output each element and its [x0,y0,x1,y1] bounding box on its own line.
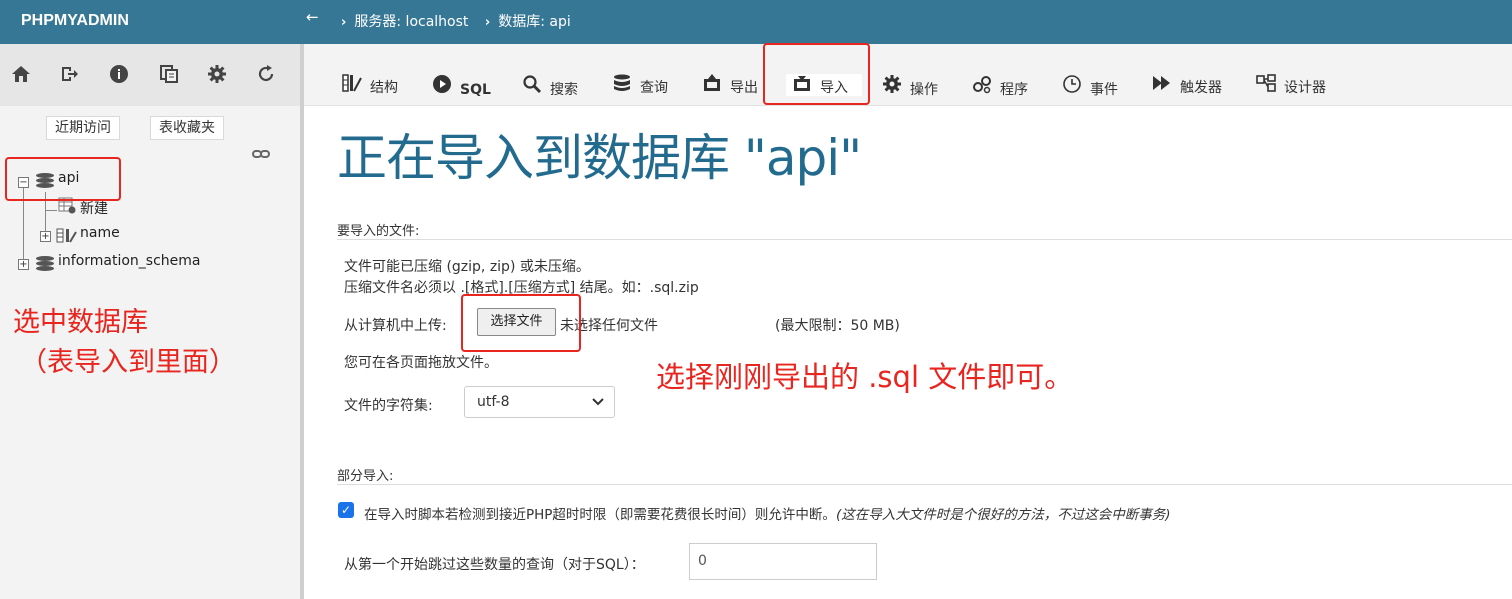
logout-icon[interactable] [58,64,80,86]
section-divider [337,239,1512,240]
annotation-box-import-tab [763,43,870,105]
breadcrumb-server[interactable]: 服务器: localhost [354,1,468,43]
skip-queries-input[interactable]: 0 [689,543,877,580]
tab-export-label: 导出 [730,80,758,96]
database-query-icon [612,74,632,98]
annotation-select-db: 选中数据库 [13,307,148,338]
table-structure-icon [56,226,78,244]
tab-designer[interactable]: 设计器 [1256,74,1326,96]
tab-designer-label: 设计器 [1284,80,1326,96]
sql-icon [432,74,452,100]
fast-forward-icon [1152,74,1172,98]
allow-interrupt-checkbox[interactable]: ✓ [338,502,354,518]
partial-section-title: 部分导入: [337,469,394,484]
tab-export[interactable]: 导出 [702,74,758,96]
page-title: 正在导入到数据库 "api" [337,129,862,187]
breadcrumb: ← › 服务器: localhost › 数据库: api [306,0,583,44]
tree-new[interactable]: 新建 [80,198,108,218]
tab-query-label: 查询 [640,80,668,96]
export-icon [702,74,722,98]
allow-interrupt-note: (这在导入大文件时是个很好的方法，不过这会中断事务) [835,507,1171,523]
tab-search[interactable]: 搜索 [522,74,578,98]
section-divider [337,484,1512,485]
chevron-down-icon [592,387,604,428]
tab-favorites[interactable]: 表收藏夹 [150,116,224,140]
tab-search-label: 搜索 [550,82,578,98]
skip-queries-label: 从第一个开始跳过这些数量的查询（对于SQL）： [344,557,645,573]
panel-resizer[interactable] [300,44,304,599]
link-chain-icon[interactable] [252,148,270,162]
breadcrumb-database[interactable]: 数据库: api [498,1,571,43]
annotation-select-db-hint: （表导入到里面） [20,347,236,378]
file-section-title: 要导入的文件: [337,224,420,239]
tab-routines-label: 程序 [1000,82,1028,98]
max-size-limit: (最大限制：50 MB) [775,318,900,334]
compress-note-1: 文件可能已压缩 (gzip, zip) 或未压缩。 [344,259,590,275]
tab-sql[interactable]: SQL [432,74,491,98]
database-icon [36,256,54,272]
tab-structure-label: 结构 [370,80,398,96]
wrench-gear-icon [882,74,902,100]
tab-operations[interactable]: 操作 [882,74,938,98]
home-icon[interactable] [10,64,32,86]
routines-gears-icon [972,74,992,100]
chevron-right-icon: › [341,15,347,30]
clock-icon [1062,74,1082,100]
tree-table-name[interactable]: name [80,225,120,241]
annotation-box-db [5,157,121,201]
charset-label: 文件的字符集: [344,398,433,414]
tab-sql-label: SQL [460,82,491,98]
app-logo[interactable]: PHPMYADMIN [0,0,300,44]
expand-expander[interactable]: + [40,231,51,242]
tab-recent[interactable]: 近期访问 [46,116,120,140]
annotation-choose-file: 选择刚刚导出的 .sql 文件即可。 [656,360,1074,394]
tab-events[interactable]: 事件 [1062,74,1118,98]
annotation-box-file [461,294,581,352]
upload-label: 从计算机中上传: [344,318,447,334]
tab-structure[interactable]: 结构 [342,74,398,96]
tab-triggers-label: 触发器 [1180,80,1222,96]
structure-icon [342,74,362,98]
back-arrow-icon[interactable]: ← [306,0,319,38]
chevron-right-icon: › [484,15,491,30]
allow-interrupt-label: 在导入时脚本若检测到接近PHP超时时限（即需要花费很长时间）则允许中断。(这在导… [364,503,1170,523]
tab-events-label: 事件 [1090,82,1118,98]
designer-icon [1256,74,1276,98]
nav-icon-bar [0,44,300,106]
allow-interrupt-text: 在导入时脚本若检测到接近PHP超时时限（即需要花费很长时间）则允许中断。 [364,507,836,523]
search-icon [522,74,542,100]
tab-bar: 结构 SQL 搜索 查询 导出 导入 操作 程序 事件 触发器 设计器 [304,44,1512,106]
expand-expander[interactable]: + [18,259,29,270]
navigation-panel: 近期访问 表收藏夹 − api 新建 + name + information_… [0,44,300,599]
charset-select[interactable]: utf-8 [464,386,615,418]
tab-operations-label: 操作 [910,82,938,98]
tab-triggers[interactable]: 触发器 [1152,74,1222,96]
tab-query[interactable]: 查询 [612,74,668,96]
drag-drop-note: 您可在各页面拖放文件。 [344,355,498,371]
charset-selected-value: utf-8 [477,394,510,410]
copy-icon[interactable] [158,64,180,86]
top-bar: PHPMYADMIN ← › 服务器: localhost › 数据库: api [0,0,1512,44]
tab-routines[interactable]: 程序 [972,74,1028,98]
tree-db-information-schema[interactable]: information_schema [58,253,201,269]
tree-connector [45,210,57,211]
reload-icon[interactable] [255,64,277,86]
info-icon[interactable] [108,64,130,86]
gear-icon[interactable] [206,64,228,86]
